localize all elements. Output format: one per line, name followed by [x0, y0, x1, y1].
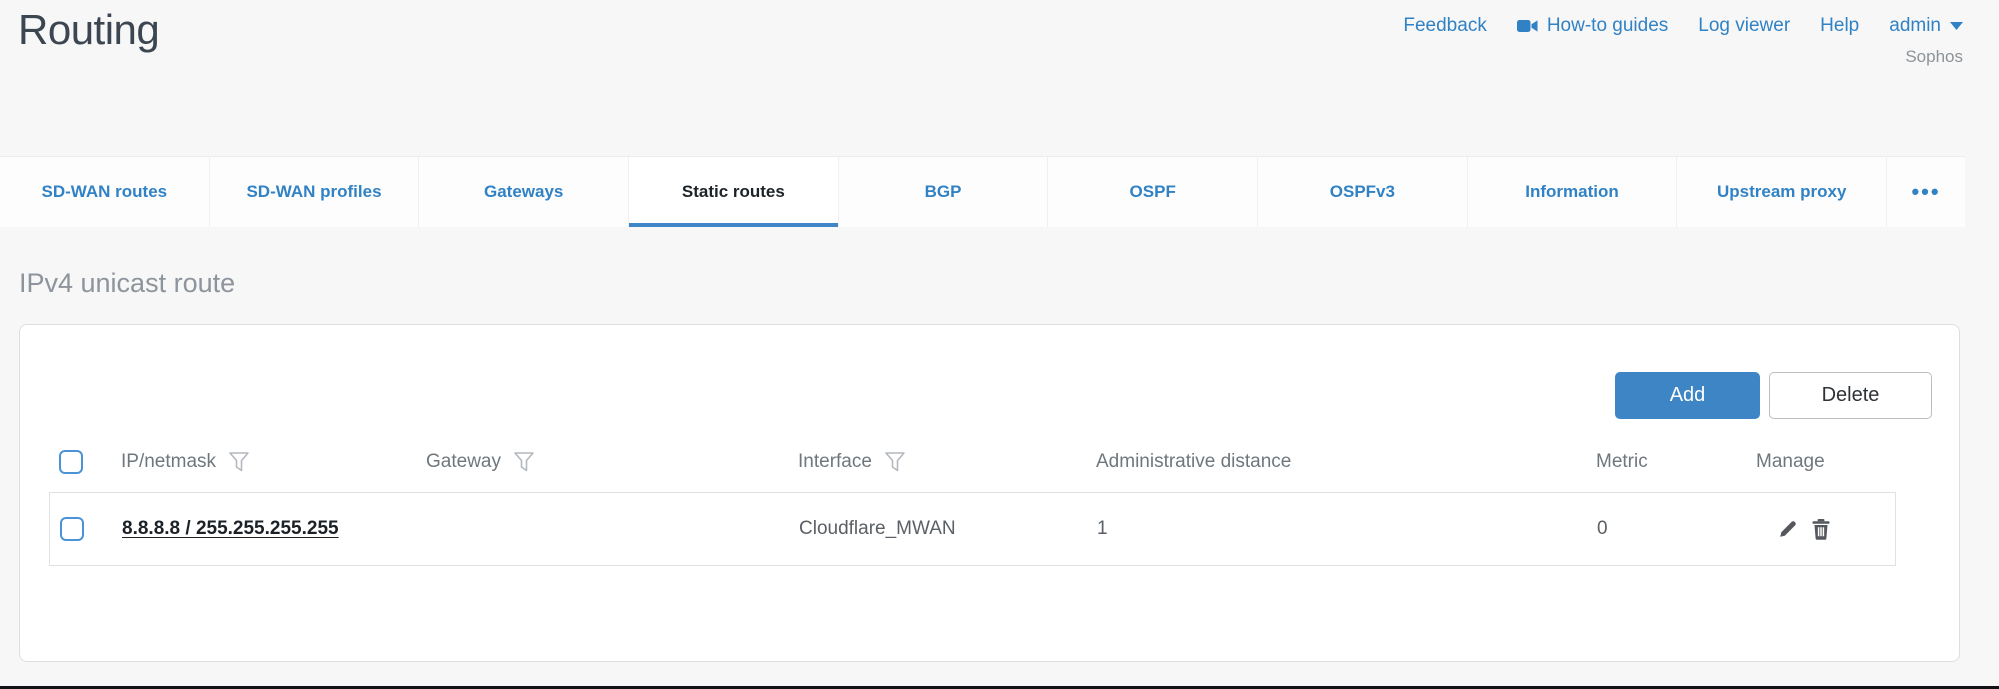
page-title: Routing [18, 6, 159, 54]
ipv4-routes-panel: Add Delete IP/netmask Gateway Interface … [19, 324, 1960, 662]
filter-icon[interactable] [228, 450, 250, 474]
interface-cell: Cloudflare_MWAN [789, 518, 1087, 540]
filter-icon[interactable] [513, 450, 535, 474]
tab-label: BGP [925, 182, 962, 202]
header-select-cell [49, 450, 111, 474]
howto-guides-link[interactable]: How-to guides [1517, 15, 1668, 37]
tab-sd-wan-routes[interactable]: SD-WAN routes [0, 157, 210, 227]
manage-cell [1747, 518, 1895, 541]
column-header-administrative-distance: Administrative distance [1086, 451, 1586, 473]
table-row: 8.8.8.8 / 255.255.255.255 Cloudflare_MWA… [49, 492, 1896, 566]
delete-button[interactable]: Delete [1769, 372, 1932, 419]
column-header-gateway: Gateway [416, 450, 788, 474]
tab-bar: SD-WAN routes SD-WAN profiles Gateways S… [0, 156, 1965, 227]
video-camera-icon [1517, 17, 1538, 35]
tab-label: OSPFv3 [1330, 182, 1395, 202]
tab-upstream-proxy[interactable]: Upstream proxy [1677, 157, 1887, 227]
tab-sd-wan-profiles[interactable]: SD-WAN profiles [210, 157, 420, 227]
add-button[interactable]: Add [1615, 372, 1760, 419]
tab-label: SD-WAN profiles [246, 182, 381, 202]
column-label: IP/netmask [121, 451, 216, 473]
column-label: Gateway [426, 451, 501, 473]
tab-label: Gateways [484, 182, 563, 202]
log-viewer-link[interactable]: Log viewer [1698, 15, 1790, 37]
column-header-metric: Metric [1586, 451, 1746, 473]
pencil-icon [1777, 518, 1799, 540]
toolbar: Add Delete [1615, 372, 1932, 419]
column-header-manage: Manage [1746, 451, 1909, 473]
edit-button[interactable] [1777, 518, 1799, 540]
column-label: Manage [1756, 451, 1825, 473]
delete-row-button[interactable] [1811, 518, 1831, 541]
top-nav: Feedback How-to guides Log viewer Help a… [1403, 15, 1963, 37]
column-label: Interface [798, 451, 872, 473]
ip-netmask-cell: 8.8.8.8 / 255.255.255.255 [112, 518, 417, 540]
table-header: IP/netmask Gateway Interface Administrat… [49, 438, 1909, 486]
tab-label: SD-WAN routes [42, 182, 168, 202]
tab-label: OSPF [1130, 182, 1176, 202]
caret-down-icon [1950, 22, 1963, 30]
column-label: Administrative distance [1096, 451, 1291, 473]
ellipsis-icon: ••• [1911, 179, 1940, 205]
metric-cell: 0 [1587, 518, 1747, 540]
tab-more[interactable]: ••• [1887, 157, 1965, 227]
admin-distance-cell: 1 [1087, 518, 1587, 540]
tab-bgp[interactable]: BGP [839, 157, 1049, 227]
tab-label: Information [1525, 182, 1619, 202]
tab-gateways[interactable]: Gateways [419, 157, 629, 227]
admin-label: admin [1889, 15, 1941, 37]
route-ip-link[interactable]: 8.8.8.8 / 255.255.255.255 [122, 518, 339, 540]
admin-menu[interactable]: admin [1889, 15, 1963, 37]
filter-icon[interactable] [884, 450, 906, 474]
tab-ospf[interactable]: OSPF [1048, 157, 1258, 227]
tab-static-routes[interactable]: Static routes [629, 157, 839, 227]
tab-label: Static routes [682, 182, 785, 202]
org-label: Sophos [1905, 47, 1963, 67]
tab-ospfv3[interactable]: OSPFv3 [1258, 157, 1468, 227]
tab-information[interactable]: Information [1468, 157, 1678, 227]
column-label: Metric [1596, 451, 1648, 473]
feedback-link[interactable]: Feedback [1403, 15, 1486, 37]
trash-icon [1811, 518, 1831, 541]
tab-label: Upstream proxy [1717, 182, 1846, 202]
row-select-cell [50, 517, 112, 541]
column-header-ip-netmask: IP/netmask [111, 450, 416, 474]
column-header-interface: Interface [788, 450, 1086, 474]
howto-guides-label: How-to guides [1547, 15, 1668, 37]
select-all-checkbox[interactable] [59, 450, 83, 474]
section-title: IPv4 unicast route [19, 268, 235, 299]
help-link[interactable]: Help [1820, 15, 1859, 37]
row-checkbox[interactable] [60, 517, 84, 541]
